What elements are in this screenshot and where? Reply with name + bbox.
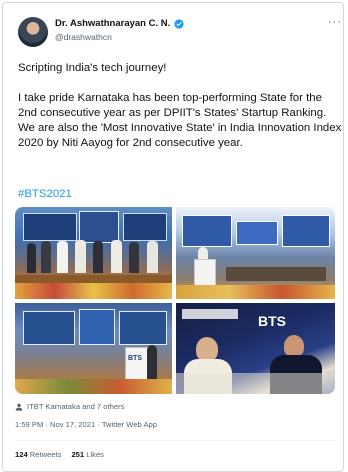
- photo4-sign-text: BTS: [258, 313, 286, 329]
- tweet-text-paragraph: I take pride Karnataka has been top-perf…: [18, 92, 342, 149]
- more-options-icon[interactable]: ···: [328, 16, 342, 28]
- photo-bts-panel[interactable]: BTS: [176, 303, 335, 394]
- retweets-stat[interactable]: 124 Retweets: [15, 450, 61, 459]
- person-icon: [15, 403, 23, 411]
- likes-stat[interactable]: 251 Likes: [71, 450, 104, 459]
- photo-bts-podium[interactable]: BTS: [15, 303, 172, 394]
- author-handle[interactable]: @drashwathcn: [55, 32, 112, 42]
- tagged-people-text: ITBT Karnataka and 7 others: [27, 402, 125, 411]
- tweet-text-line-1: Scripting India's tech journey!: [18, 62, 167, 74]
- photo-speaker-podium[interactable]: [176, 207, 335, 299]
- hashtag-link[interactable]: #BTS2021: [18, 188, 72, 200]
- verified-badge-icon: [174, 18, 184, 29]
- retweets-count: 124: [15, 450, 28, 459]
- media-grid: BTS BTS: [15, 207, 335, 394]
- likes-count: 251: [71, 450, 85, 459]
- avatar[interactable]: [18, 17, 48, 47]
- engagement-stats: 124 Retweets 251 Likes: [15, 450, 104, 459]
- tweet-timestamp[interactable]: 1:59 PM · Nov 17, 2021 · Twitter Web App: [15, 420, 157, 429]
- retweets-label: Retweets: [29, 450, 62, 459]
- photo3-sign-text: BTS: [128, 355, 142, 362]
- tagged-people[interactable]: ITBT Karnataka and 7 others: [15, 402, 124, 411]
- photo-stage-group[interactable]: [15, 207, 172, 299]
- author-display-name[interactable]: Dr. Ashwathnarayan C. N.: [55, 18, 170, 29]
- author-name-row: Dr. Ashwathnarayan C. N.: [55, 18, 184, 29]
- likes-label: Likes: [86, 450, 104, 459]
- divider: [15, 440, 335, 441]
